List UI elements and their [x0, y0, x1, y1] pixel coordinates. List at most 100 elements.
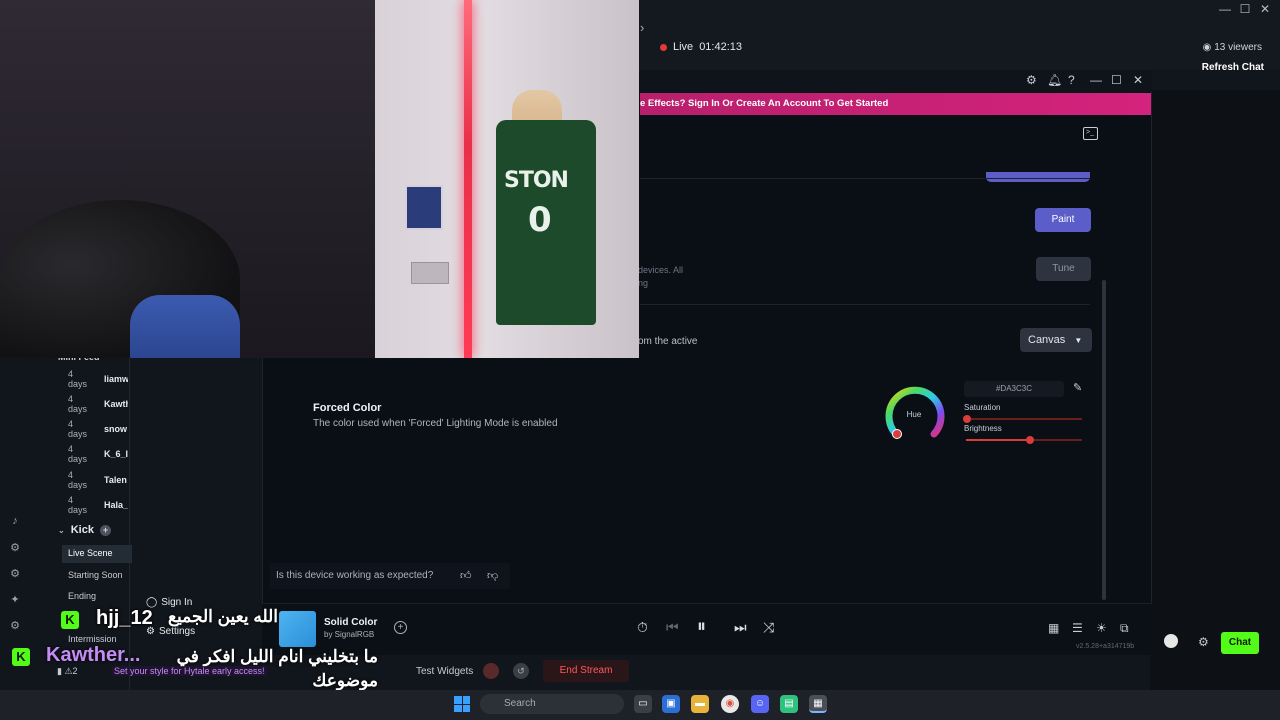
gear-icon[interactable]: ⚙ [1198, 635, 1209, 649]
chevron-right-icon[interactable]: › [640, 20, 644, 35]
signin-banner[interactable]: e Effects? Sign In Or Create An Account … [640, 93, 1151, 115]
pencil-icon[interactable]: ✎ [1073, 381, 1082, 394]
divider [640, 178, 1090, 179]
paint-button[interactable]: Paint [1035, 208, 1091, 232]
feed-name: Kawth [104, 398, 128, 409]
chrome-icon[interactable]: ◉ [721, 695, 739, 713]
test-widgets-button[interactable]: Test Widgets [416, 666, 473, 677]
live-dot-icon [660, 43, 667, 51]
canvas-select-value: Canvas [1028, 334, 1066, 346]
windows-start-icon[interactable] [454, 696, 470, 712]
help-icon[interactable]: ? [1068, 73, 1075, 87]
settings-link[interactable]: ⚙ Settings [146, 626, 195, 637]
record-button[interactable] [483, 663, 499, 679]
webcam-led-strip [464, 0, 472, 358]
end-stream-button[interactable]: End Stream [543, 660, 629, 682]
add-effect-icon[interactable]: + [394, 621, 407, 634]
scrollbar[interactable] [1102, 280, 1106, 600]
thumbs-up-icon[interactable]: 👍︎ [460, 569, 472, 582]
overlay-stats: ▮ ⚠2 [57, 666, 78, 677]
feed-row[interactable]: 4 days Hala_ [58, 492, 130, 517]
gear-icon[interactable]: ⚙ [0, 619, 30, 645]
close-icon[interactable]: ✕ [1133, 73, 1143, 87]
previous-icon[interactable]: ⏮ [666, 619, 679, 636]
chat-send-button[interactable]: Chat [1221, 632, 1259, 654]
shuffle-icon[interactable]: ⤨ [763, 619, 774, 636]
next-icon[interactable]: ⏭ [734, 619, 747, 636]
add-circle-icon[interactable]: + [99, 524, 111, 536]
tune-button[interactable]: Tune [1036, 257, 1091, 281]
now-playing-title[interactable]: Solid Color [324, 617, 377, 628]
scene-starting-soon[interactable]: Starting Soon [62, 567, 132, 585]
refresh-chat-button[interactable]: Refresh Chat [1202, 62, 1264, 73]
sparkle-icon[interactable]: ✦ [0, 593, 30, 619]
brightness-thumb[interactable] [1026, 436, 1034, 444]
thumbs-down-icon[interactable]: 👎︎ [487, 569, 498, 582]
bar-chart-icon: ▮ ⚠ [57, 666, 73, 676]
minimize-icon[interactable]: — [1216, 2, 1234, 18]
app-icon[interactable]: ▤ [780, 695, 798, 713]
feed-time: 4 days [68, 494, 88, 515]
chat-username: hjj_12 [96, 607, 153, 629]
brightness-label: Brightness [964, 424, 1002, 433]
brightness-icon[interactable]: ☀ [1096, 621, 1107, 635]
folder-icon[interactable]: ▬ [691, 695, 709, 713]
feed-row[interactable]: 4 days Kawth [58, 391, 130, 416]
timer-icon[interactable]: ⏱ [637, 619, 648, 636]
tiktok-icon[interactable]: ♪ [0, 515, 30, 541]
grid-icon[interactable]: ▦ [1048, 621, 1059, 635]
gear-icon[interactable]: ⚙ [0, 567, 30, 593]
hue-thumb[interactable] [892, 429, 902, 439]
signalrgb-titlebar [640, 70, 1152, 92]
maximize-icon[interactable]: ☐ [1236, 2, 1254, 18]
devices-text-line: devices. All [638, 265, 684, 275]
effect-thumbnail[interactable] [279, 611, 316, 647]
forced-color-title: Forced Color [313, 402, 382, 414]
taskbar-search[interactable]: Search [480, 694, 624, 714]
saturation-slider[interactable] [966, 418, 1082, 420]
close-icon[interactable]: ✕ [1256, 2, 1274, 18]
kick-section[interactable]: ⌄ Kick + [58, 524, 111, 536]
minimize-icon[interactable]: — [1090, 73, 1102, 87]
webcam-poster [405, 185, 443, 230]
chat-username: Kawther... [46, 644, 141, 666]
bell-icon[interactable]: 🔔︎ [1047, 73, 1062, 87]
terminal-icon[interactable]: >_ [1083, 127, 1098, 140]
emoji-icon[interactable] [1164, 634, 1178, 648]
scene-live[interactable]: Live Scene [62, 545, 132, 563]
accent-tab-indicator [986, 172, 1090, 182]
live-label: Live [673, 41, 694, 53]
feed-time: 4 days [68, 368, 88, 389]
feed-time: 4 days [68, 393, 88, 414]
live-status: Live 01:42:13 [660, 41, 742, 53]
kick-badge: K [12, 648, 30, 666]
feed-row[interactable]: 4 days snow [58, 416, 130, 441]
feed-row[interactable]: 4 days liamw [58, 366, 130, 391]
live-time: 01:42:13 [699, 41, 743, 53]
task-view-icon[interactable]: ▭ [634, 695, 652, 713]
replay-icon[interactable]: ↺ [513, 663, 529, 679]
gear-icon[interactable]: ⚙ [1026, 73, 1037, 87]
version-label: v2.5.28+a314719b [1076, 643, 1135, 650]
gear-icon[interactable]: ⚙ [0, 541, 30, 567]
scene-ending[interactable]: Ending [62, 588, 132, 606]
discord-icon[interactable]: ☺ [751, 695, 769, 713]
canvas-select[interactable]: Canvas ▼ [1020, 328, 1092, 352]
feed-row[interactable]: 4 days Talen [58, 467, 130, 492]
store-icon[interactable]: ▣ [662, 695, 680, 713]
kick-label: Kick [70, 524, 94, 536]
device-feedback: Is this device working as expected? [270, 563, 510, 589]
queue-icon[interactable]: ☰ [1072, 621, 1083, 635]
saturation-thumb[interactable] [963, 415, 971, 423]
jersey-number: 0 [528, 200, 552, 240]
sidebar-icon-rail: ♪ ⚙ ⚙ ✦ ⚙ [0, 515, 30, 645]
hue-wheel[interactable]: Hue [882, 382, 946, 440]
feedback-question: Is this device working as expected? [276, 570, 434, 581]
signalrgb-taskbar-icon[interactable]: ▦ [809, 695, 827, 713]
pause-icon[interactable]: ⏸ [697, 616, 706, 637]
brightness-fill [966, 439, 1030, 441]
mini-player-icon[interactable]: ⧉ [1120, 621, 1129, 636]
maximize-icon[interactable]: ☐ [1111, 73, 1122, 87]
feed-row[interactable]: 4 days K_6_I [58, 441, 130, 466]
hex-color-input[interactable]: #DA3C3C [964, 381, 1064, 397]
